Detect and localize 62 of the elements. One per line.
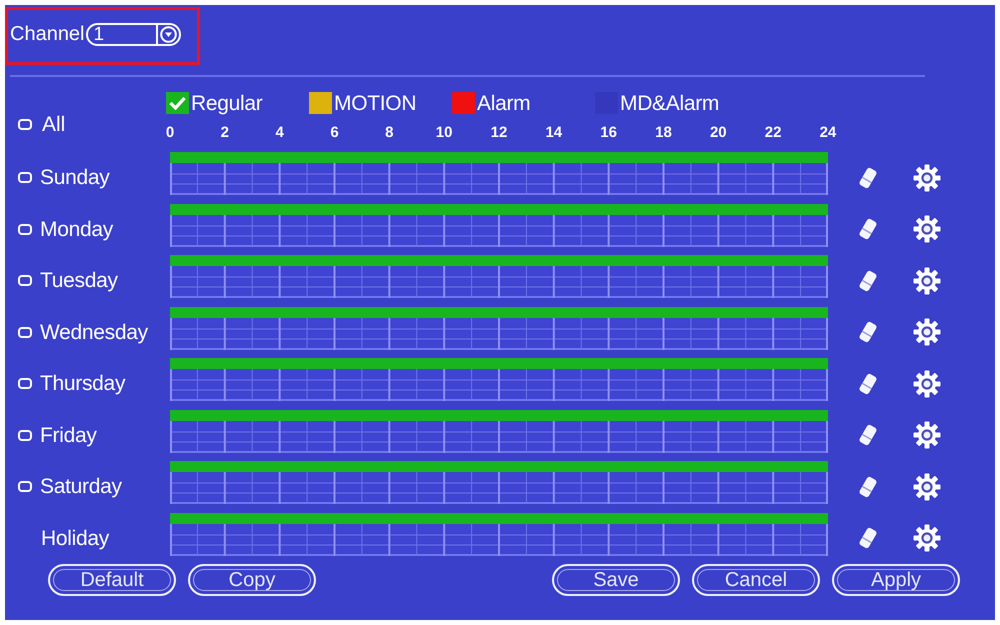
schedule-track[interactable] [170, 306, 828, 350]
tick-icon [169, 96, 186, 110]
legend-label: Regular [191, 92, 262, 114]
color-swatch[interactable] [166, 92, 189, 114]
settings-icon[interactable] [913, 370, 941, 398]
day-checkbox[interactable] [18, 430, 32, 441]
legend-label: Alarm [477, 92, 530, 114]
legend-label: MD&Alarm [620, 92, 720, 114]
channel-dropdown[interactable]: 1 [86, 22, 181, 46]
schedule-track[interactable] [170, 204, 828, 246]
schedule-track[interactable] [170, 512, 828, 556]
cancel-button[interactable]: Cancel [692, 564, 820, 596]
hour-label: 10 [434, 124, 454, 142]
all-label: All [42, 114, 66, 135]
day-label: Sunday [40, 167, 110, 188]
day-label: Friday [40, 424, 97, 446]
save-button[interactable]: Save [552, 564, 680, 596]
settings-icon[interactable] [913, 164, 941, 192]
copy-button[interactable]: Copy [188, 564, 316, 596]
day-checkbox[interactable] [18, 172, 32, 184]
day-checkbox[interactable] [18, 378, 32, 390]
settings-icon[interactable] [913, 215, 941, 244]
schedule-track[interactable] [170, 255, 828, 298]
legend-label: MOTION [334, 92, 416, 114]
hour-label: 24 [818, 124, 838, 142]
hour-label: 16 [599, 124, 618, 142]
settings-icon[interactable] [913, 318, 941, 346]
all-checkbox[interactable] [18, 119, 32, 130]
schedule-track[interactable] [170, 461, 828, 504]
hour-label: 14 [544, 124, 564, 142]
schedule-track[interactable] [170, 410, 828, 452]
day-label: Holiday [41, 528, 109, 549]
settings-icon[interactable] [913, 421, 941, 450]
schedule-track[interactable] [170, 358, 828, 401]
hour-label: 2 [220, 124, 230, 142]
apply-button[interactable]: Apply [832, 564, 960, 596]
color-swatch[interactable] [309, 92, 332, 114]
hour-label: 18 [654, 124, 673, 142]
hour-label: 12 [490, 124, 508, 142]
day-checkbox[interactable] [18, 481, 32, 492]
hour-label: 8 [384, 124, 394, 142]
day-label: Monday [40, 218, 113, 240]
day-label: Tuesday [40, 270, 118, 292]
day-checkbox[interactable] [18, 326, 32, 338]
day-checkbox[interactable] [18, 275, 32, 286]
settings-icon[interactable] [913, 266, 941, 295]
caret-icon [160, 26, 177, 42]
hour-label: 0 [164, 124, 176, 142]
settings-icon[interactable] [913, 472, 941, 501]
color-swatch[interactable] [452, 92, 475, 114]
hour-label: 6 [329, 124, 340, 142]
day-checkbox[interactable] [18, 224, 32, 235]
channel-label: Channel [10, 24, 85, 44]
schedule-track[interactable] [170, 152, 828, 195]
default-button[interactable]: Default [48, 564, 176, 596]
hour-label: 4 [274, 124, 285, 142]
settings-icon[interactable] [913, 524, 941, 552]
day-label: Thursday [40, 373, 126, 394]
hour-label: 20 [708, 124, 728, 142]
day-label: Wednesday [40, 322, 148, 343]
day-label: Saturday [40, 476, 122, 498]
hour-label: 22 [764, 124, 782, 142]
